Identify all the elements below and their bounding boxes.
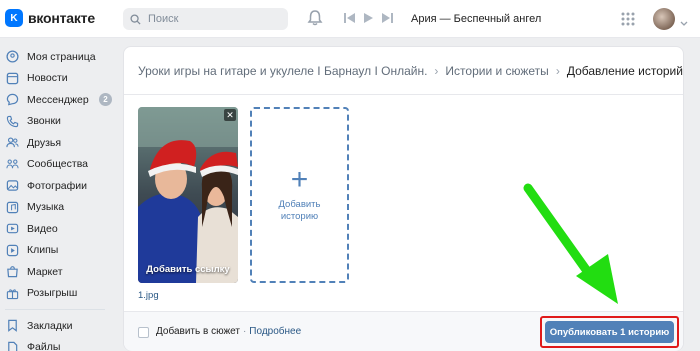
vk-logo-icon: K [5, 9, 23, 27]
close-icon[interactable]: ✕ [224, 109, 236, 121]
highlight-frame: Опубликовать 1 историю [540, 316, 679, 348]
file-icon [5, 340, 19, 351]
breadcrumb: Уроки игры на гитаре и укулеле I Барнаул… [138, 64, 683, 78]
divider [124, 94, 683, 95]
sidebar-item-photos[interactable]: Фотографии [0, 175, 118, 197]
sidebar-item-video[interactable]: Видео [0, 218, 118, 240]
sidebar-item-label: Новости [27, 72, 68, 85]
vk-logo[interactable]: K вконтакте [5, 9, 95, 27]
gift-icon [5, 286, 19, 300]
add-story-button[interactable]: + Добавить историю [250, 107, 349, 283]
checkbox-label-row: Добавить в сюжет · Подробнее [156, 326, 301, 337]
sidebar-item-giveaway[interactable]: Розыгрыш [0, 283, 118, 305]
groups-icon [5, 157, 19, 171]
now-playing-track[interactable]: Ария — Беспечный ангел [411, 13, 541, 25]
audio-player-controls [344, 13, 393, 23]
chat-icon [5, 93, 19, 107]
avatar[interactable] [653, 8, 675, 30]
plus-icon: + [290, 163, 309, 196]
chevron-right-icon: › [434, 64, 439, 78]
more-info-link[interactable]: Подробнее [249, 326, 301, 337]
sidebar-item-label: Мессенджер [27, 93, 89, 106]
sidebar-item-market[interactable]: Маркет [0, 261, 118, 283]
video-icon [5, 222, 19, 236]
clips-icon [5, 243, 19, 257]
breadcrumb-community[interactable]: Уроки игры на гитаре и укулеле I Барнаул… [138, 64, 427, 78]
play-icon[interactable] [364, 13, 373, 23]
photo-icon [5, 179, 19, 193]
search-placeholder: Поиск [148, 13, 179, 25]
logo-text: вконтакте [28, 10, 95, 26]
sidebar-item-bookmarks[interactable]: Закладки [0, 315, 118, 337]
sidebar-item-label: Клипы [27, 244, 59, 257]
bookmark-icon [5, 319, 19, 333]
sidebar-item-label: Друзья [27, 136, 62, 149]
apps-grid-icon[interactable] [621, 12, 635, 29]
sidebar-item-news[interactable]: Новости [0, 68, 118, 90]
add-to-plot-label[interactable]: Добавить в сюжет [156, 326, 240, 337]
panel-footer: Добавить в сюжет · Подробнее Опубликовать … [124, 311, 683, 351]
add-to-plot-checkbox[interactable] [138, 327, 149, 338]
sidebar-item-label: Розыгрыш [27, 287, 78, 300]
next-track-icon[interactable] [382, 13, 393, 23]
chevron-down-icon[interactable] [680, 17, 688, 29]
search-input[interactable]: Поиск [123, 8, 288, 30]
previous-track-icon[interactable] [344, 13, 355, 23]
sidebar-item-label: Закладки [27, 319, 73, 332]
breadcrumb-stories[interactable]: Истории и сюжеты [445, 64, 548, 78]
sidebar-item-calls[interactable]: Звонки [0, 111, 118, 133]
story-photo [138, 107, 238, 283]
add-story-label: Добавить историю [278, 199, 321, 222]
story-preview[interactable]: ✕ Добавить ссылку [138, 107, 238, 283]
sidebar-item-files[interactable]: Файлы [0, 337, 118, 351]
bell-icon[interactable] [307, 9, 323, 30]
friends-icon [5, 136, 19, 150]
sidebar-item-clips[interactable]: Клипы [0, 240, 118, 262]
separator-dot: · [242, 326, 247, 337]
sidebar-divider [5, 309, 105, 310]
sidebar-item-label: Видео [27, 222, 58, 235]
phone-icon [5, 114, 19, 128]
sidebar-item-label: Моя страница [27, 50, 96, 63]
search-icon [130, 13, 141, 25]
annotation-arrow-icon [523, 183, 618, 304]
sidebar-item-label: Маркет [27, 265, 63, 278]
sidebar-item-communities[interactable]: Сообщества [0, 154, 118, 176]
sidebar-item-label: Сообщества [27, 158, 88, 171]
publish-button[interactable]: Опубликовать 1 историю [545, 321, 674, 343]
chevron-right-icon: › [555, 64, 560, 78]
sidebar-item-label: Музыка [27, 201, 65, 214]
add-link-button[interactable]: Добавить ссылку [138, 264, 238, 275]
sidebar-item-label: Звонки [27, 115, 61, 128]
sidebar-item-label: Файлы [27, 341, 61, 351]
sidebar-item-messenger[interactable]: Мессенджер 2 [0, 89, 118, 111]
top-header: K вконтакте Поиск Ария — Беспечный ангел [0, 0, 700, 38]
sidebar-item-friends[interactable]: Друзья [0, 132, 118, 154]
page-title: Добавление историй [566, 64, 683, 78]
story-filename: 1.jpg [138, 290, 159, 301]
sidebar-item-music[interactable]: Музыка [0, 197, 118, 219]
sidebar-item-label: Фотографии [27, 179, 88, 192]
unread-count-badge: 2 [99, 93, 112, 106]
sidebar-item-my-page[interactable]: Моя страница [0, 46, 118, 68]
home-icon [5, 50, 19, 64]
left-sidebar: Моя страница Новости Мессенджер 2 Звонки… [0, 46, 118, 351]
news-icon [5, 71, 19, 85]
music-icon [5, 200, 19, 214]
market-icon [5, 265, 19, 279]
